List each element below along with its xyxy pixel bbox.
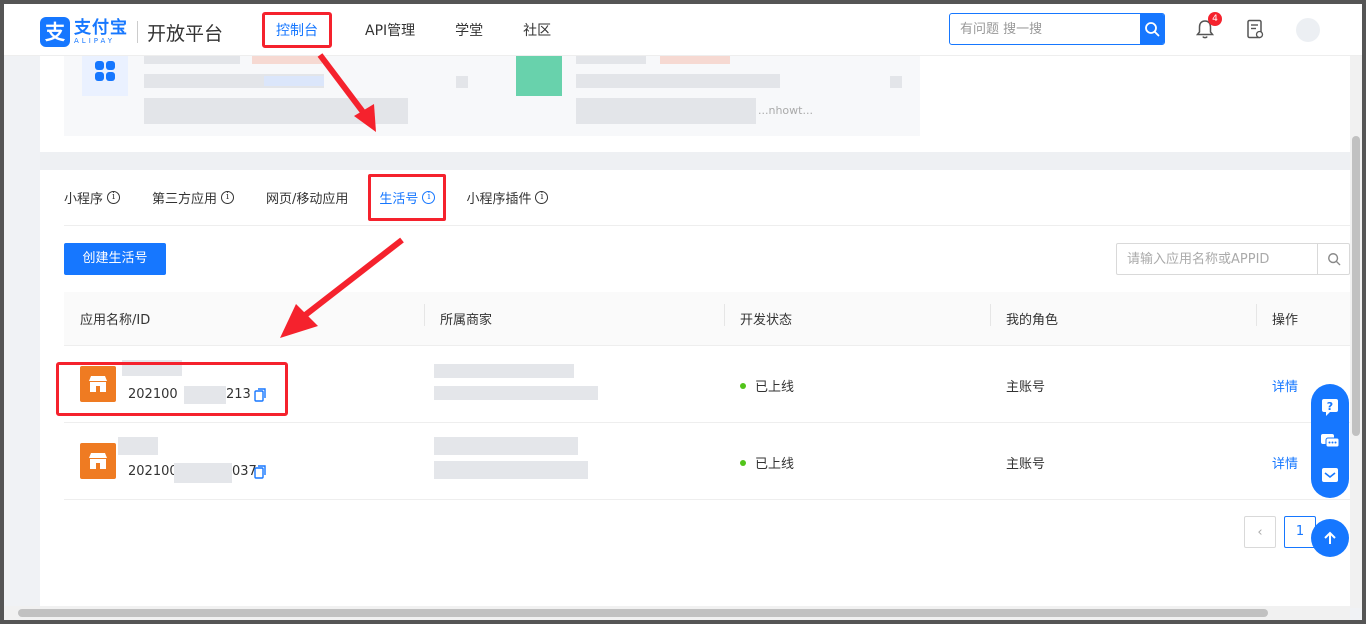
window-frame-bottom [0, 620, 1366, 624]
detail-link[interactable]: 详情 [1272, 453, 1298, 472]
info-icon[interactable]: i [221, 191, 235, 204]
logo-divider [137, 21, 138, 43]
clover-icon [95, 61, 115, 81]
nav-academy[interactable]: 学堂 [455, 20, 483, 40]
detail-link[interactable]: 详情 [1272, 376, 1298, 395]
platform-name: 开放平台 [147, 22, 224, 45]
global-search [949, 13, 1165, 45]
main-content: ...nhowt... 小程序 i 第三方应用 i 网页/移动应用 生活号 i 小程序… [40, 56, 1350, 606]
role-cell: 主账号 [1006, 457, 1046, 472]
card-truncated-text: ...nhowt... [758, 104, 813, 117]
floating-toolbar: ? [1311, 384, 1349, 498]
annotation-arrow-down [317, 53, 376, 132]
app-id-prefix: 202100 [128, 464, 178, 479]
global-search-button[interactable] [1140, 14, 1164, 44]
tab-web-mobile[interactable]: 网页/移动应用 [266, 188, 348, 207]
blurred-text [576, 98, 756, 124]
annotation-highlight-box [56, 362, 288, 416]
blurred-merchant [434, 364, 574, 378]
svg-text:?: ? [1327, 400, 1333, 413]
nav-api[interactable]: API管理 [365, 20, 415, 40]
horizontal-scroll-thumb[interactable] [18, 609, 1268, 617]
pagination-prev-button[interactable]: ‹ [1244, 516, 1276, 548]
app-table: 应用名称/ID 所属商家 开发状态 我的角色 操作 202100 213 已上线… [56, 292, 1350, 500]
annotation-arrow-down-left [280, 237, 404, 338]
app-search [1116, 243, 1350, 275]
main-nav: 控制台 API管理 学堂 社区 [262, 4, 591, 56]
status-cell: 已上线 [740, 453, 794, 472]
blurred-app-name [118, 437, 158, 455]
arrow-up-icon [1324, 531, 1336, 544]
user-avatar[interactable] [1296, 18, 1320, 42]
create-life-account-button[interactable]: 创建生活号 [64, 243, 166, 275]
info-icon[interactable]: i [535, 191, 549, 204]
col-dev-status: 开发状态 [740, 313, 793, 328]
feedback-icon[interactable] [1320, 465, 1340, 485]
blurred-text [144, 56, 240, 64]
section-divider [40, 152, 1350, 170]
tab-third-party[interactable]: 第三方应用 i [152, 188, 235, 207]
col-my-role: 我的角色 [1006, 313, 1059, 328]
app-type-tabs: 小程序 i 第三方应用 i 网页/移动应用 生活号 i 小程序插件 i [64, 170, 1350, 226]
shop-icon [80, 443, 116, 479]
blurred-text [576, 56, 646, 64]
app-search-button[interactable] [1317, 244, 1349, 274]
info-icon[interactable]: i [107, 191, 121, 204]
role-cell: 主账号 [1006, 380, 1046, 395]
window-frame-left [0, 0, 4, 624]
col-app-name: 应用名称/ID [80, 313, 151, 328]
search-icon [1145, 22, 1160, 37]
tab-life-account[interactable]: 生活号 i [368, 174, 447, 221]
search-icon [1327, 253, 1340, 266]
logo-en-text: ALIPAY [74, 36, 116, 45]
document-icon[interactable] [1244, 18, 1266, 40]
nav-console[interactable]: 控制台 [262, 12, 332, 48]
help-icon[interactable]: ? [1320, 397, 1340, 417]
alipay-logo-icon: 支 [40, 17, 70, 47]
tab-mini-program-plugin[interactable]: 小程序插件 i [466, 188, 549, 207]
notification-badge: 4 [1208, 12, 1222, 26]
blurred-merchant [434, 461, 588, 479]
col-merchant: 所属商家 [440, 313, 493, 328]
tab-mini-program[interactable]: 小程序 i [64, 188, 121, 207]
blurred-merchant [434, 386, 598, 400]
blurred-text [576, 74, 780, 88]
table-row: 202100 213 已上线 主账号 详情 [56, 346, 1350, 423]
global-search-input[interactable] [950, 14, 1140, 44]
table-header: 应用名称/ID 所属商家 开发状态 我的角色 操作 [64, 292, 1350, 346]
info-icon[interactable]: i [422, 191, 436, 204]
chat-icon[interactable] [1320, 431, 1340, 451]
col-actions: 操作 [1272, 313, 1299, 328]
status-dot [740, 459, 746, 466]
vertical-scroll-thumb[interactable] [1352, 136, 1360, 436]
blurred-merchant [434, 437, 578, 455]
horizontal-scrollbar[interactable] [4, 606, 1350, 620]
app-card-icon-2[interactable] [516, 56, 562, 96]
table-row: 202100 037 已上线 主账号 详情 [64, 423, 1350, 500]
back-to-top-button[interactable] [1311, 519, 1349, 557]
blurred-text [660, 56, 730, 64]
logo-cn-text: 支付宝 [74, 17, 128, 38]
blurred-text [456, 76, 468, 88]
app-card-icon[interactable] [82, 56, 128, 96]
app-cards-row: ...nhowt... [64, 56, 920, 136]
vertical-scrollbar[interactable] [1350, 56, 1362, 608]
alipay-logo[interactable]: 支 支付宝 ALIPAY 开放平台 [40, 17, 223, 47]
copy-icon[interactable] [254, 465, 266, 479]
status-dot [740, 382, 746, 389]
nav-community[interactable]: 社区 [523, 20, 551, 40]
app-search-input[interactable] [1117, 244, 1317, 274]
window-frame-right [1362, 0, 1366, 624]
top-header: 支 支付宝 ALIPAY 开放平台 控制台 API管理 学堂 社区 4 [4, 4, 1362, 56]
blurred-text [890, 76, 902, 88]
status-cell: 已上线 [740, 376, 794, 395]
